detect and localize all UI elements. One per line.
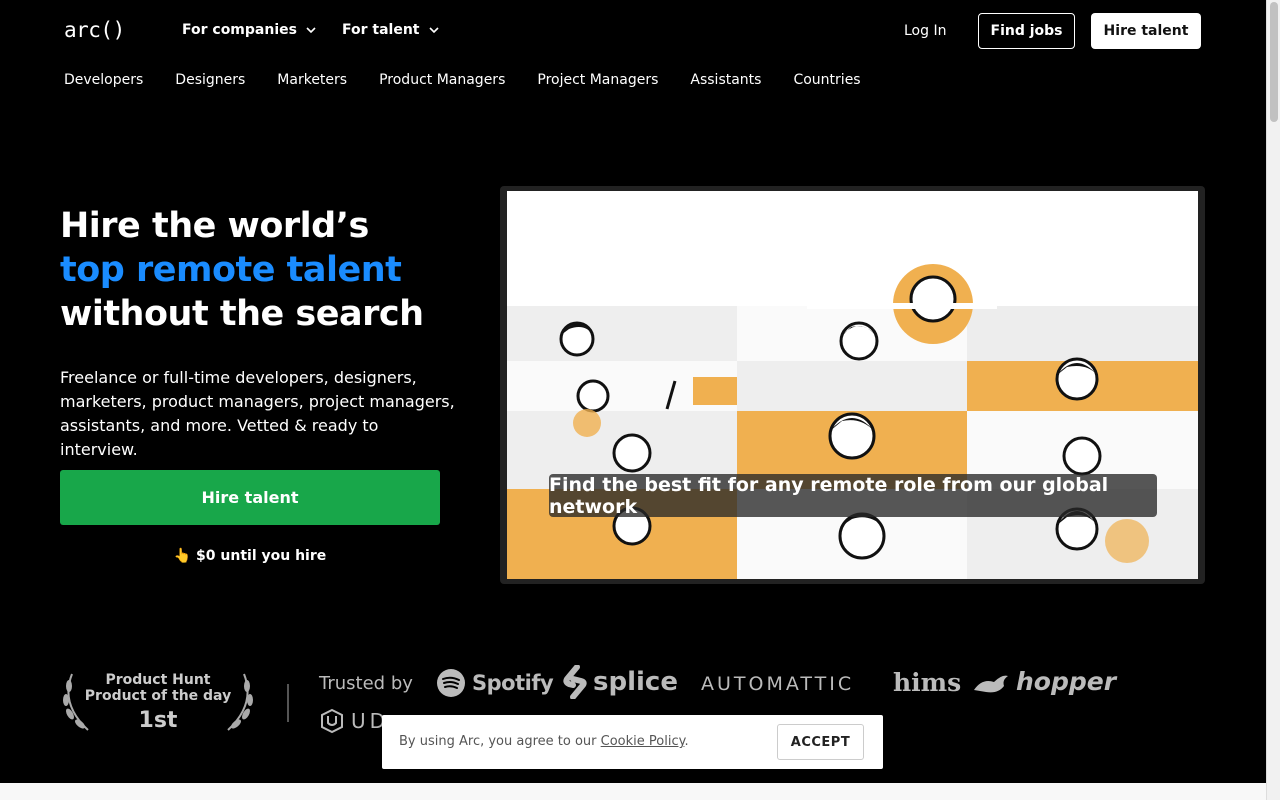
- vertical-scrollbar[interactable]: [1266, 0, 1280, 800]
- hire-talent-button[interactable]: Hire talent: [1091, 13, 1201, 49]
- nav-for-talent-label: For talent: [342, 22, 420, 38]
- video-caption: Find the best fit for any remote role fr…: [549, 474, 1157, 518]
- login-link[interactable]: Log In: [904, 23, 946, 39]
- award-rank: 1st: [138, 708, 178, 733]
- subnav-designers[interactable]: Designers: [175, 72, 245, 88]
- subnav-assistants[interactable]: Assistants: [690, 72, 761, 88]
- category-nav: Developers Designers Marketers Product M…: [64, 72, 861, 88]
- hero-subtitle: Freelance or full-time developers, desig…: [60, 368, 455, 459]
- cookie-period: .: [684, 734, 689, 749]
- hero-title-line3: without the search: [60, 294, 424, 334]
- splice-logo: splice: [563, 665, 678, 699]
- splice-icon: [563, 665, 587, 699]
- nav-for-companies[interactable]: For companies: [182, 22, 317, 38]
- spotify-logo: Spotify: [436, 668, 554, 698]
- cookie-banner: By using Arc, you agree to our Cookie Po…: [382, 715, 883, 769]
- hero-hire-talent-button[interactable]: Hire talent: [60, 470, 440, 525]
- hero-title: Hire the world’s top remote talent witho…: [60, 204, 424, 336]
- udacity-logo: UD: [319, 708, 389, 734]
- spotify-icon: [437, 669, 465, 697]
- award-line1: Product Hunt: [105, 672, 211, 688]
- udacity-icon: [321, 708, 343, 734]
- subnav-countries[interactable]: Countries: [793, 72, 860, 88]
- scrollbar-thumb[interactable]: [1270, 2, 1278, 122]
- hims-logo: hims: [893, 668, 962, 697]
- find-jobs-button[interactable]: Find jobs: [978, 13, 1075, 49]
- award-label: Product Hunt Product of the day: [60, 672, 256, 704]
- pricing-note: 👆 $0 until you hire: [173, 548, 327, 564]
- hopper-logo: hopper: [972, 667, 1116, 696]
- cookie-text: By using Arc, you agree to our: [399, 734, 597, 749]
- talent-grid-illustration: [507, 264, 1198, 579]
- hopper-wordmark: hopper: [1016, 667, 1117, 696]
- nav-for-talent[interactable]: For talent: [342, 22, 440, 38]
- subnav-project-managers[interactable]: Project Managers: [537, 72, 658, 88]
- subnav-product-managers[interactable]: Product Managers: [379, 72, 505, 88]
- video-player[interactable]: Find the best fit for any remote role fr…: [500, 186, 1205, 584]
- divider: [287, 684, 289, 722]
- chevron-down-icon: [428, 27, 439, 34]
- page: arc() For companies For talent Log In Fi…: [0, 0, 1266, 800]
- hopper-bunny-icon: [974, 675, 1008, 692]
- subnav-marketers[interactable]: Marketers: [277, 72, 347, 88]
- video-illustration: Find the best fit for any remote role fr…: [507, 191, 1198, 579]
- hero-title-highlight: top remote talent: [60, 250, 402, 290]
- cookie-message: By using Arc, you agree to our Cookie Po…: [399, 734, 689, 749]
- chevron-down-icon: [306, 27, 316, 34]
- subnav-developers[interactable]: Developers: [64, 72, 143, 88]
- trusted-by-label: Trusted by: [319, 673, 413, 694]
- cookie-policy-link[interactable]: Cookie Policy: [601, 734, 685, 749]
- spotify-wordmark: Spotify: [472, 671, 554, 695]
- hero-title-line1: Hire the world’s: [60, 206, 369, 246]
- automattic-logo: AUTOMATTIC: [701, 673, 855, 695]
- nav-for-companies-label: For companies: [182, 22, 297, 38]
- arc-logo[interactable]: arc(): [64, 18, 125, 42]
- splice-wordmark: splice: [593, 667, 678, 697]
- product-hunt-award: Product Hunt Product of the day 1st: [60, 668, 256, 736]
- award-line2: Product of the day: [84, 688, 232, 704]
- next-section-edge: [0, 783, 1266, 800]
- accept-cookies-button[interactable]: ACCEPT: [777, 724, 864, 760]
